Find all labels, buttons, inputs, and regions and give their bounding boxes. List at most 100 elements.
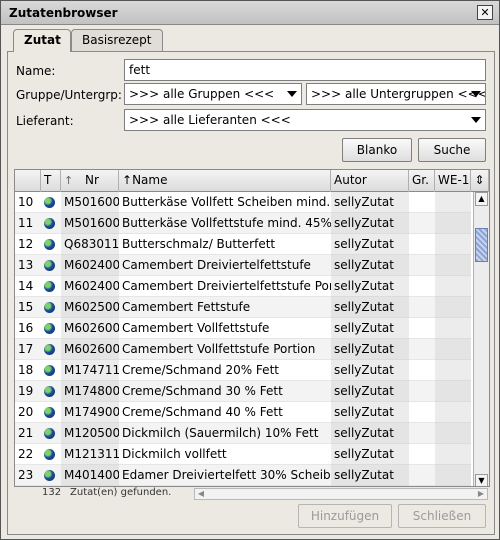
row-type-cell <box>41 234 61 255</box>
row-type-cell <box>41 318 61 339</box>
row-name-cell: Edamer Dreiviertelfett 30% Scheiben <box>122 468 331 482</box>
column-chooser-icon[interactable]: ⇕ <box>471 170 489 192</box>
table-row[interactable]: 22 M121311 Dickmilch vollfett sellyZutat <box>15 444 471 465</box>
globe-icon <box>44 302 55 313</box>
title-bar[interactable]: Zutatenbrowser ✕ <box>1 1 499 25</box>
row-author-cell: sellyZutat <box>331 381 409 402</box>
column-index-header[interactable] <box>15 170 41 192</box>
close-icon[interactable]: ✕ <box>480 6 489 19</box>
row-we1-cell <box>435 318 471 339</box>
tab-basisrezept[interactable]: Basisrezept <box>71 29 163 51</box>
name-label: Name: <box>16 64 56 78</box>
column-nr-header[interactable]: ↑ Nr <box>61 170 119 192</box>
row-group-cell <box>409 402 435 423</box>
column-author-header[interactable]: Autor <box>331 170 409 192</box>
row-index-cell: 16 <box>18 321 34 335</box>
supplier-select-value: >>> alle Lieferanten <<< <box>129 113 291 127</box>
search-button[interactable]: Suche <box>418 138 486 162</box>
row-author-cell: sellyZutat <box>331 360 409 381</box>
table-row[interactable]: 13 M602400 Camembert Dreiviertelfettstufe s… <box>15 255 471 276</box>
scroll-up-icon[interactable]: ▲ <box>475 192 488 206</box>
row-author-cell: sellyZutat <box>331 192 409 213</box>
chevron-down-icon[interactable] <box>471 91 481 97</box>
close-button[interactable]: Schließen <box>398 504 486 528</box>
column-we1-header[interactable]: WE-1 <box>435 170 471 192</box>
row-group-cell <box>409 465 435 486</box>
scroll-down-icon[interactable]: ▼ <box>475 474 488 486</box>
row-group-cell <box>409 255 435 276</box>
row-index-cell: 21 <box>18 426 34 440</box>
row-nr-cell: M121311 <box>61 444 119 465</box>
row-type-cell <box>41 276 61 297</box>
row-index-cell: 10 <box>18 195 34 209</box>
sort-ascending-icon: ↑ <box>122 173 133 187</box>
result-count: 132 <box>42 487 62 498</box>
table-row[interactable]: 23 M401400 Edamer Dreiviertelfett 30% Sche… <box>15 465 471 486</box>
scroll-left-icon[interactable]: ◀ <box>195 489 207 499</box>
table-row[interactable]: 11 M501600 Butterkäse Vollfettstufe mind. … <box>15 213 471 234</box>
subgroup-select-value: >>> alle Untergruppen <<< <box>311 87 486 101</box>
row-we1-cell <box>435 402 471 423</box>
column-group-header[interactable]: Gr. <box>409 170 435 192</box>
globe-icon <box>44 260 55 271</box>
add-button[interactable]: Hinzufügen <box>298 504 392 528</box>
globe-icon <box>44 449 55 460</box>
row-index-cell: 22 <box>18 447 34 461</box>
group-select[interactable]: >>> alle Gruppen <<< <box>124 83 302 105</box>
table-row[interactable]: 18 M174711 Creme/Schmand 20% Fett sellyZuta… <box>15 360 471 381</box>
name-input[interactable]: fett <box>124 59 486 81</box>
row-we1-cell <box>435 381 471 402</box>
row-author-cell: sellyZutat <box>331 423 409 444</box>
horizontal-scrollbar[interactable]: ◀ ▶ <box>194 488 488 500</box>
row-type-cell <box>41 339 61 360</box>
row-nr-cell: M602400 <box>61 255 119 276</box>
chevron-down-icon[interactable] <box>287 91 297 97</box>
row-type-cell <box>41 423 61 444</box>
column-name-header[interactable]: ↑Name <box>119 170 331 192</box>
row-author-cell: sellyZutat <box>331 276 409 297</box>
globe-icon <box>44 239 55 250</box>
close-window-button[interactable]: ✕ <box>477 5 493 20</box>
vertical-scrollbar[interactable]: ▲ ▼ <box>473 192 489 486</box>
window-title: Zutatenbrowser <box>9 6 118 20</box>
tab-zutat[interactable]: Zutat <box>13 29 71 52</box>
row-group-cell <box>409 360 435 381</box>
row-name-cell: Camembert Fettstufe <box>122 300 251 314</box>
group-select-value: >>> alle Gruppen <<< <box>129 87 275 101</box>
table-row[interactable]: 17 M602600 Camembert Vollfettstufe Portion… <box>15 339 471 360</box>
row-author-cell: sellyZutat <box>331 402 409 423</box>
row-name-cell: Camembert Dreiviertelfettstufe Porti... <box>122 279 331 293</box>
table-row[interactable]: 10 M501600 Butterkäse Vollfett Scheiben mi… <box>15 192 471 213</box>
globe-icon <box>44 323 55 334</box>
blank-button[interactable]: Blanko <box>342 138 412 162</box>
table-row[interactable]: 20 M174900 Creme/Schmand 40 % Fett sellyZut… <box>15 402 471 423</box>
globe-icon <box>44 218 55 229</box>
table-row[interactable]: 21 M120500 Dickmilch (Sauermilch) 10% Fett… <box>15 423 471 444</box>
column-type-header[interactable]: T <box>41 170 61 192</box>
row-index-cell: 18 <box>18 363 34 377</box>
row-nr-cell: M501600 <box>61 213 119 234</box>
supplier-select[interactable]: >>> alle Lieferanten <<< <box>124 109 486 131</box>
table-row[interactable]: 12 Q683011 Butterschmalz/ Butterfett sellyZ… <box>15 234 471 255</box>
scrollbar-thumb[interactable] <box>475 228 488 262</box>
row-we1-cell <box>435 339 471 360</box>
scroll-right-icon[interactable]: ▶ <box>475 489 487 499</box>
ingredient-browser-window: Zutatenbrowser ✕ Zutat Basisrezept Name:… <box>0 0 500 540</box>
chevron-down-icon[interactable] <box>471 117 481 123</box>
globe-icon <box>44 281 55 292</box>
table-row[interactable]: 15 M602500 Camembert Fettstufe sellyZutat <box>15 297 471 318</box>
row-nr-cell: M602500 <box>61 297 119 318</box>
table-row[interactable]: 14 M602400 Camembert Dreiviertelfettstufe … <box>15 276 471 297</box>
row-group-cell <box>409 318 435 339</box>
row-nr-cell: M501600 <box>61 192 119 213</box>
table-row[interactable]: 16 M602600 Camembert Vollfettstufe sellyZut… <box>15 318 471 339</box>
row-name-cell: Camembert Vollfettstufe <box>122 321 270 335</box>
subgroup-select[interactable]: >>> alle Untergruppen <<< <box>306 83 486 105</box>
tab-zutat-label: Zutat <box>24 33 61 47</box>
row-index-cell: 14 <box>18 279 34 293</box>
row-index-cell: 15 <box>18 300 34 314</box>
table-row[interactable]: 19 M174800 Creme/Schmand 30 % Fett sellyZut… <box>15 381 471 402</box>
row-we1-cell <box>435 213 471 234</box>
row-nr-cell: M174900 <box>61 402 119 423</box>
globe-icon <box>44 386 55 397</box>
